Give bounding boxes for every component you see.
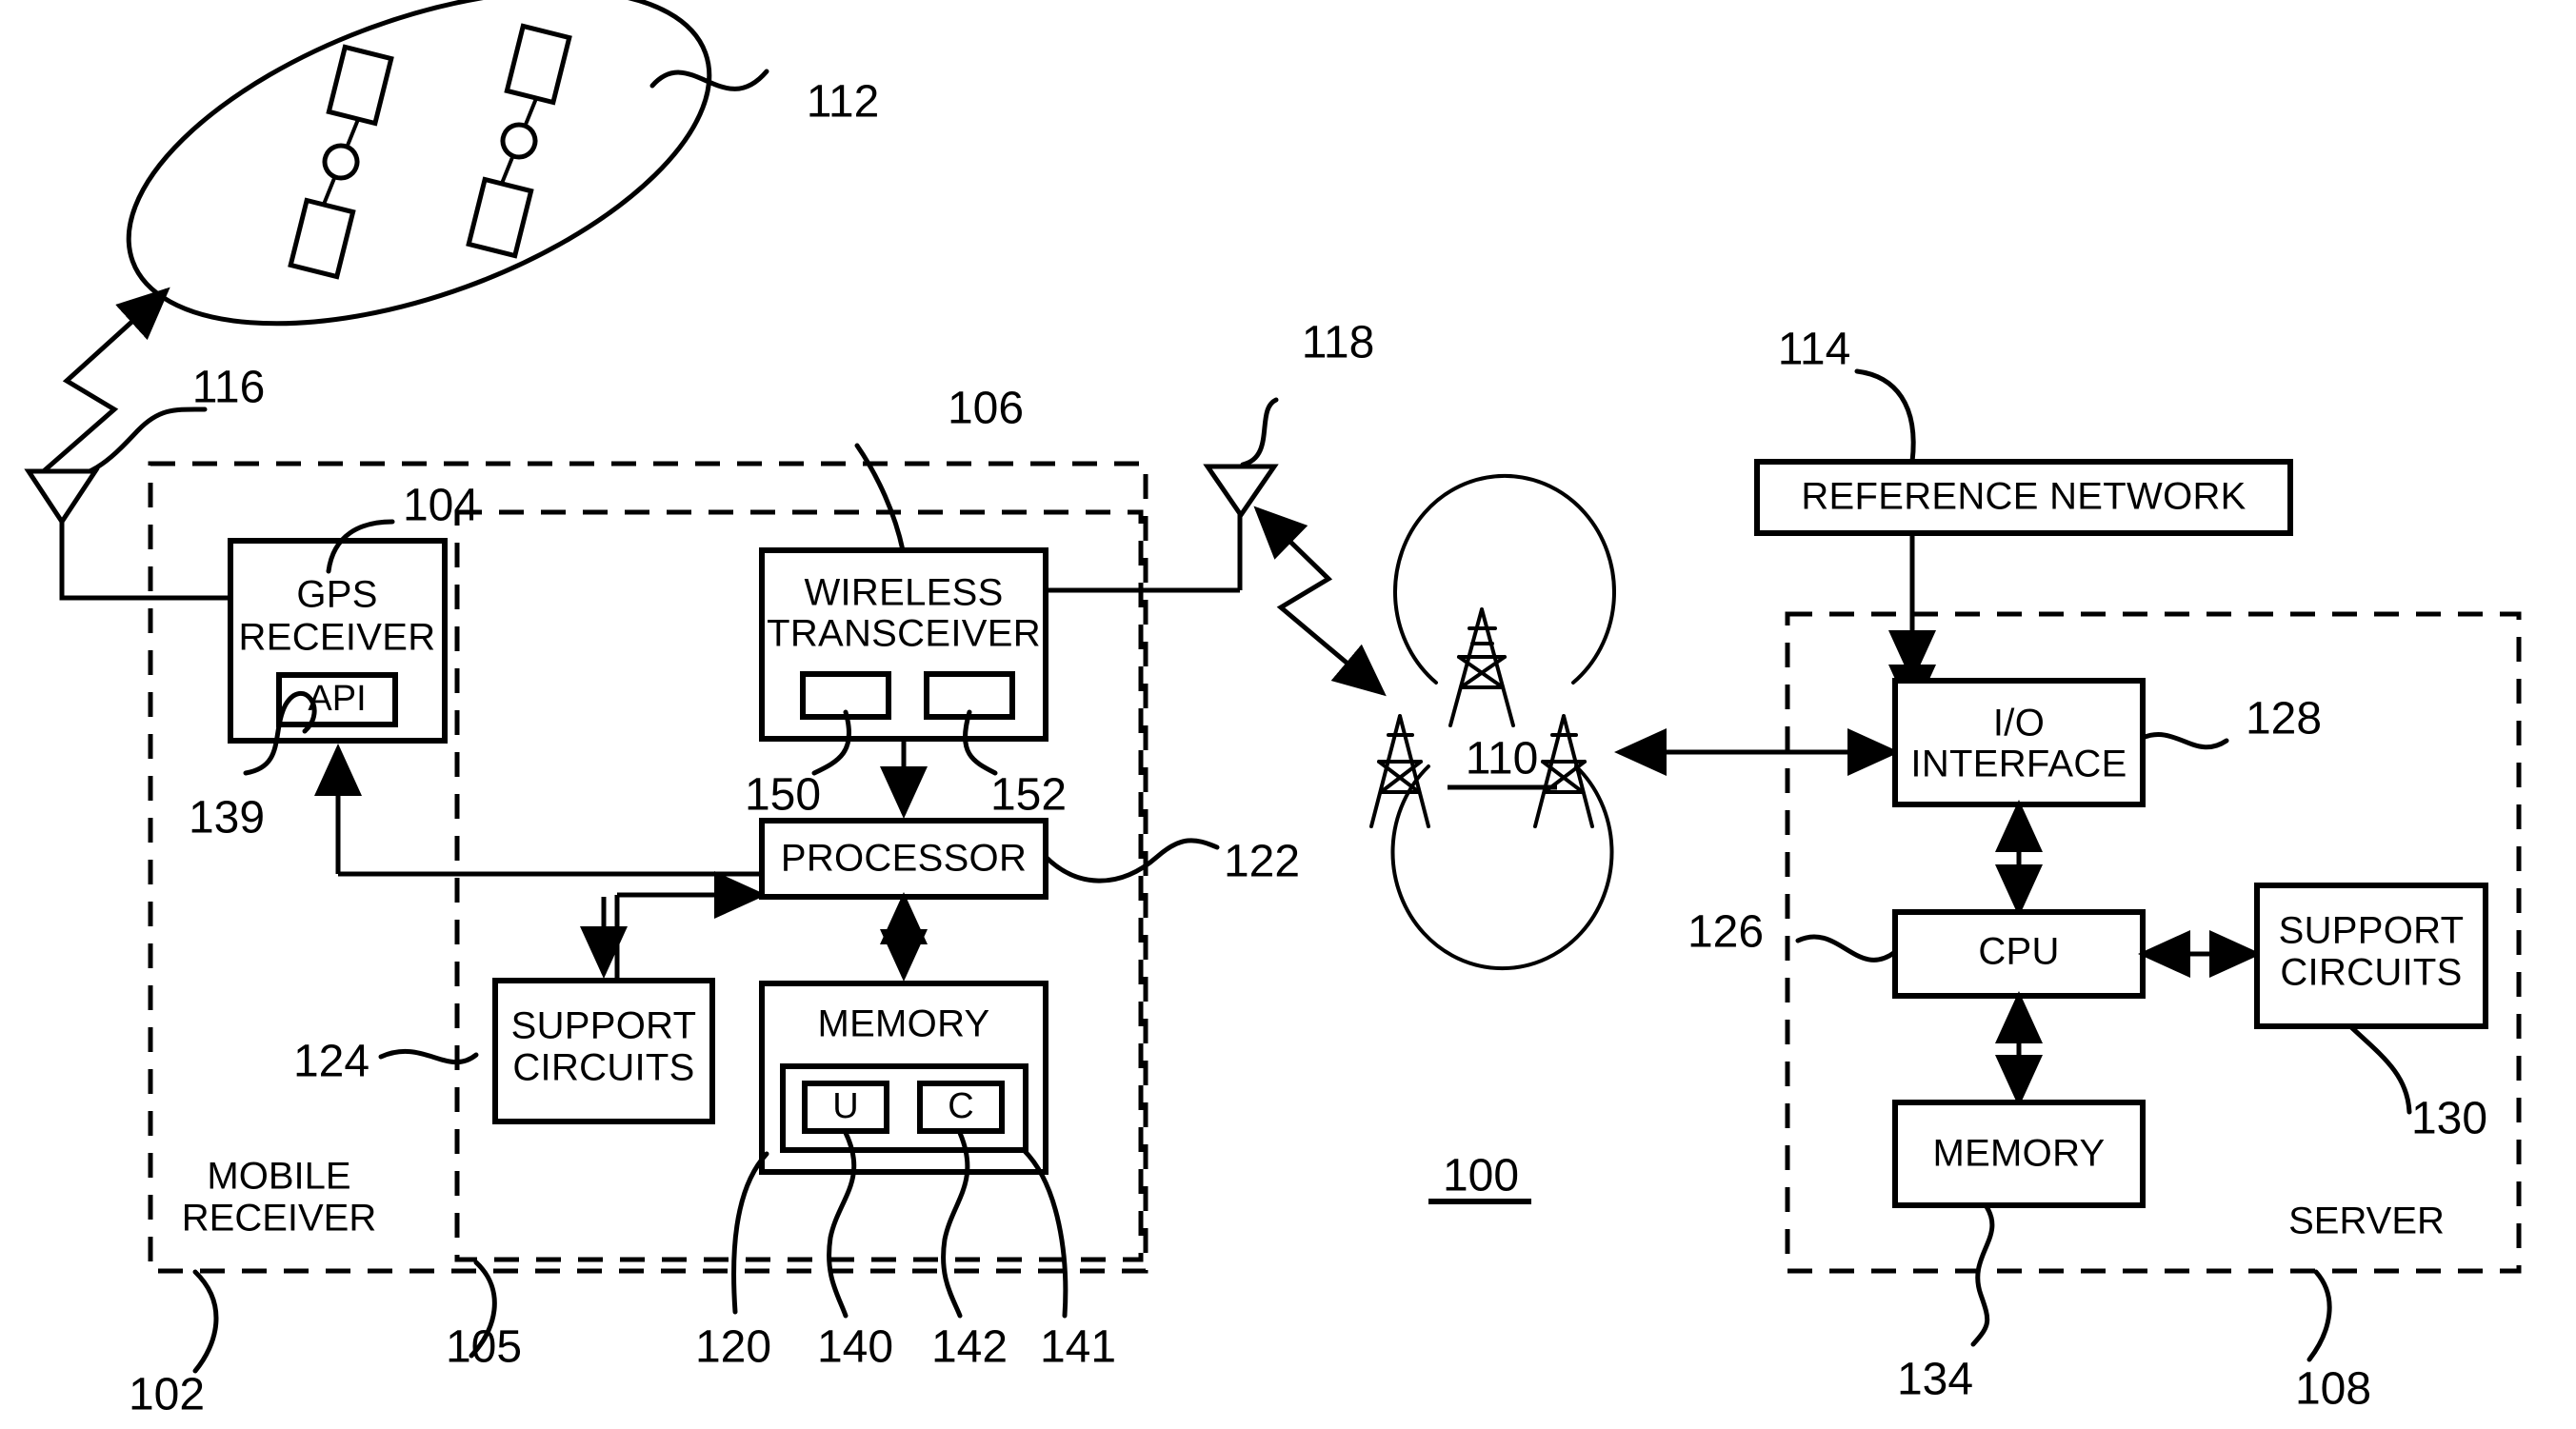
satellite-icon-1 bbox=[288, 44, 394, 280]
leader-126 bbox=[1795, 934, 1898, 963]
ref-120: 120 bbox=[695, 1322, 771, 1373]
cell-tower-icon-1 bbox=[1448, 607, 1515, 727]
wireless-transceiver-label-line2: TRANSCEIVER bbox=[767, 613, 1041, 655]
ref-116: 116 bbox=[192, 363, 266, 413]
ref-118: 118 bbox=[1302, 318, 1375, 368]
satellite-icon-2 bbox=[466, 23, 572, 259]
wireless-link-lightning bbox=[1253, 506, 1387, 697]
ref-110: 110 bbox=[1466, 734, 1539, 784]
ref-142: 142 bbox=[931, 1322, 1008, 1373]
wireless-transceiver-label-line1: WIRELESS bbox=[804, 572, 1003, 614]
ref-104: 104 bbox=[403, 481, 479, 531]
network-arc-top bbox=[1393, 473, 1616, 685]
reference-network-block[interactable]: REFERENCE NETWORK bbox=[1754, 459, 2293, 536]
server-support-circuits-block[interactable]: SUPPORT CIRCUITS bbox=[2254, 883, 2488, 1029]
ref-150: 150 bbox=[745, 770, 821, 821]
memory-cell-c-label: C bbox=[948, 1086, 973, 1126]
ref-134: 134 bbox=[1897, 1355, 1973, 1405]
cell-tower-icon-3 bbox=[1533, 714, 1594, 828]
server-memory-block[interactable]: MEMORY bbox=[1892, 1100, 2146, 1208]
leader-116 bbox=[43, 407, 208, 482]
ref-102: 102 bbox=[129, 1370, 205, 1420]
mobile-memory-block[interactable]: MEMORY U C bbox=[759, 981, 1048, 1175]
io-interface-label-line2: INTERFACE bbox=[1910, 744, 2127, 785]
leader-114 bbox=[1854, 368, 1916, 465]
mobile-memory-label: MEMORY bbox=[817, 1003, 989, 1045]
server-memory-label: MEMORY bbox=[1932, 1133, 2105, 1175]
cpu-block[interactable]: CPU bbox=[1892, 909, 2146, 999]
ref-108: 108 bbox=[2295, 1364, 2371, 1415]
leader-141 bbox=[1021, 1147, 1068, 1319]
ref-128: 128 bbox=[2246, 694, 2322, 744]
server-label: SERVER bbox=[2288, 1201, 2445, 1242]
gps-signal-lightning bbox=[36, 287, 170, 478]
network-arc-bottom bbox=[1390, 764, 1614, 971]
processor-block[interactable]: PROCESSOR bbox=[759, 818, 1048, 900]
wireless-antenna-icon bbox=[1203, 464, 1279, 520]
reference-network-label: REFERENCE NETWORK bbox=[1801, 476, 2246, 518]
mobile-receiver-label-line1: MOBILE bbox=[207, 1156, 350, 1198]
patent-diagram: 112 116 GPS RECEIVER API 104 139 WIRELES… bbox=[24, 0, 2522, 1420]
gps-receiver-label-line1: GPS bbox=[296, 574, 377, 616]
ref-106: 106 bbox=[948, 384, 1024, 434]
mobile-support-circuits-label-line2: CIRCUITS bbox=[512, 1047, 694, 1089]
ref-124: 124 bbox=[293, 1037, 369, 1087]
wireless-transceiver-block[interactable]: WIRELESS TRANSCEIVER bbox=[759, 547, 1048, 742]
mobile-receiver-label-line2: RECEIVER bbox=[182, 1198, 377, 1240]
leader-108 bbox=[2306, 1269, 2332, 1362]
memory-cell-u-label: U bbox=[832, 1086, 858, 1126]
figure-canvas: 112 116 GPS RECEIVER API 104 139 WIRELES… bbox=[0, 0, 2576, 1429]
ref-126: 126 bbox=[1687, 907, 1764, 958]
leader-128 bbox=[2140, 732, 2229, 750]
io-interface-label-line1: I/O bbox=[1993, 703, 2045, 744]
api-label: API bbox=[308, 679, 366, 719]
ref-100: 100 bbox=[1443, 1151, 1519, 1201]
gps-receiver-block[interactable]: GPS RECEIVER API bbox=[228, 538, 448, 744]
leader-130 bbox=[2347, 1023, 2412, 1115]
satellite-constellation-group: 112 bbox=[126, 0, 880, 327]
ref-152: 152 bbox=[990, 770, 1067, 821]
mobile-support-circuits-label-line1: SUPPORT bbox=[511, 1005, 697, 1047]
mobile-support-circuits-block[interactable]: SUPPORT CIRCUITS bbox=[492, 978, 715, 1124]
ref-141: 141 bbox=[1040, 1322, 1116, 1373]
gps-antenna-icon bbox=[24, 468, 260, 601]
ref-105: 105 bbox=[446, 1322, 522, 1373]
cpu-label: CPU bbox=[1978, 931, 2059, 973]
server-support-circuits-label-line1: SUPPORT bbox=[2279, 910, 2465, 952]
ref-114: 114 bbox=[1778, 325, 1851, 375]
gps-receiver-label-line2: RECEIVER bbox=[239, 617, 436, 659]
leader-120 bbox=[731, 1151, 769, 1315]
io-interface-block[interactable]: I/O INTERFACE bbox=[1892, 678, 2146, 807]
server-support-circuits-label-line2: CIRCUITS bbox=[2280, 952, 2462, 994]
leader-102 bbox=[192, 1269, 219, 1374]
cellular-network-group: 110 bbox=[1369, 473, 1616, 971]
ref-122: 122 bbox=[1224, 837, 1300, 887]
ref-130: 130 bbox=[2411, 1094, 2487, 1144]
processor-label: PROCESSOR bbox=[781, 838, 1027, 880]
leader-118 bbox=[1240, 397, 1279, 467]
ref-140: 140 bbox=[817, 1322, 893, 1373]
ref-139: 139 bbox=[189, 793, 265, 844]
leader-134 bbox=[1970, 1202, 1995, 1347]
leader-124 bbox=[378, 1049, 479, 1065]
constellation-ellipse bbox=[126, 0, 712, 327]
ref-112: 112 bbox=[807, 77, 880, 128]
leader-122 bbox=[1043, 838, 1220, 883]
